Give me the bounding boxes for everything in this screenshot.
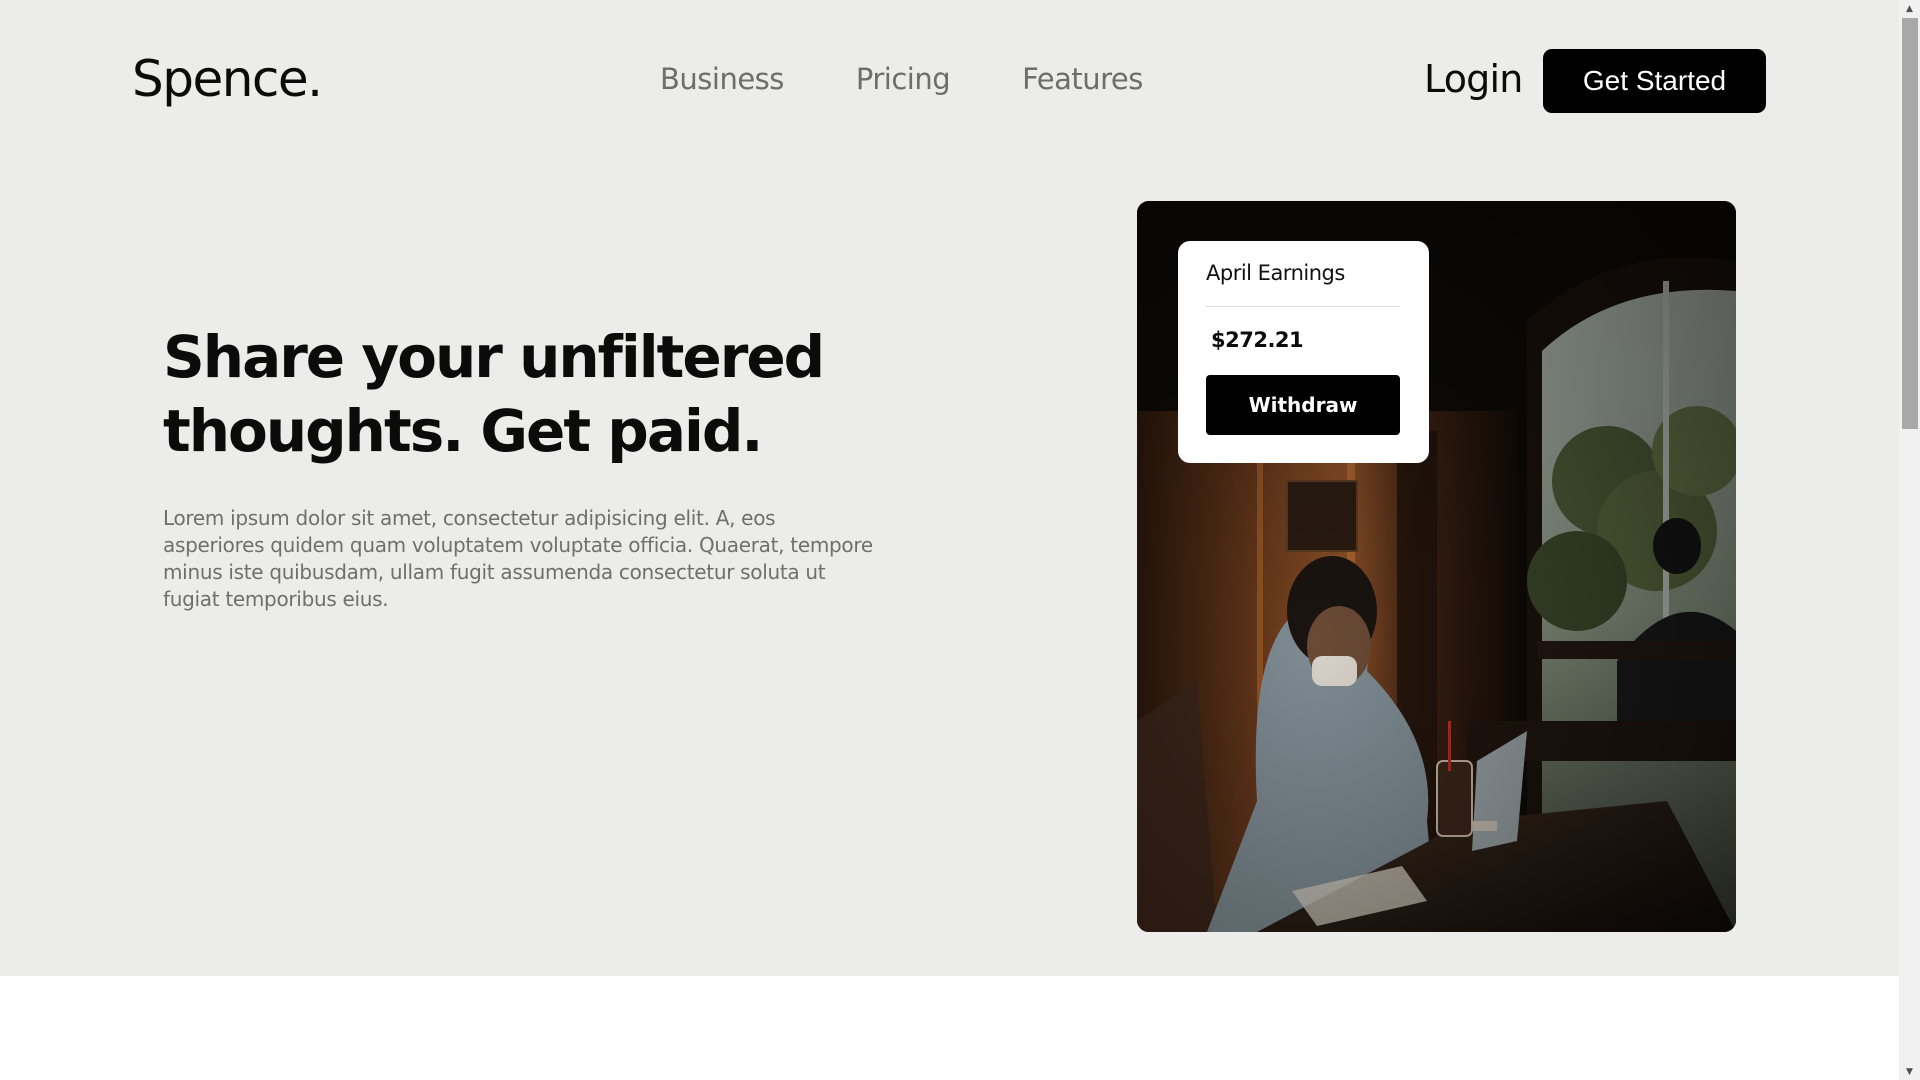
main-nav: Business Pricing Features [660,62,1143,96]
scroll-up-arrow-icon[interactable]: ▲ [1899,0,1920,17]
login-link[interactable]: Login [1424,57,1523,101]
hero-section: Spence. Business Pricing Features Login … [0,0,1899,976]
nav-item-business[interactable]: Business [660,62,784,96]
earnings-divider [1206,306,1400,307]
page: Spence. Business Pricing Features Login … [0,0,1899,1080]
withdraw-button[interactable]: Withdraw [1206,375,1400,435]
earnings-card: April Earnings $272.21 Withdraw [1178,241,1429,463]
nav-item-pricing[interactable]: Pricing [856,62,951,96]
scroll-down-arrow-icon[interactable]: ▼ [1899,1063,1920,1080]
hero-headline: Share your unfiltered thoughts. Get paid… [163,323,825,465]
get-started-button[interactable]: Get Started [1543,49,1766,113]
vertical-scrollbar[interactable]: ▲ ▼ [1899,0,1920,1080]
hero-description: Lorem ipsum dolor sit amet, consectetur … [163,506,873,611]
scrollbar-thumb[interactable] [1902,18,1918,429]
earnings-amount: $272.21 [1211,328,1304,352]
nav-item-features[interactable]: Features [1022,62,1143,96]
earnings-title: April Earnings [1206,261,1345,285]
brand-logo[interactable]: Spence. [132,50,323,108]
